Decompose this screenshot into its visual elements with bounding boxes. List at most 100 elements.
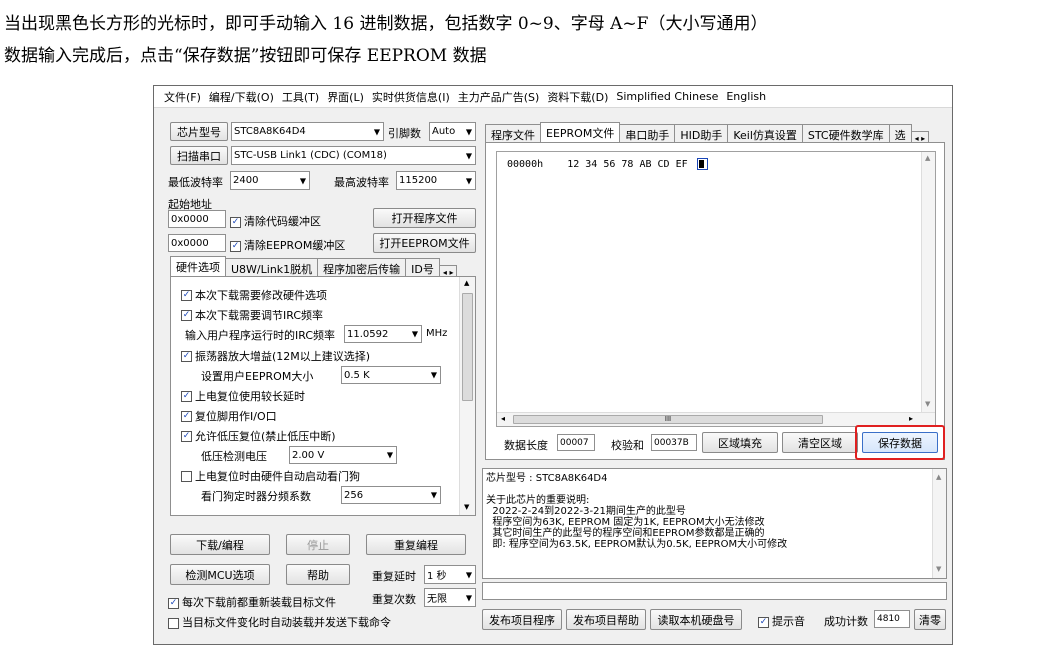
chip-info-text: 芯片型号 : STC8A8K64D4 关于此芯片的重要说明: 2022-2-24…	[486, 473, 788, 550]
hex-editor[interactable]: 00000h 12 34 56 78 AB CD EF ▲ ▼ ◂ III ▸	[496, 151, 936, 427]
min-baud-select[interactable]: 2400 ▼	[230, 171, 310, 190]
chevron-down-icon: ▼	[465, 127, 472, 136]
open-eeprom-file-button[interactable]: 打开EEPROM文件	[373, 233, 476, 253]
menu-bar: 文件(F) 编程/下载(O) 工具(T) 界面(L) 实时供货信息(I) 主力产…	[154, 86, 952, 108]
clear-eeprom-buffer-checkbox[interactable]: ✓ 清除EEPROM缓冲区	[230, 237, 345, 253]
menu-downloads[interactable]: 资料下载(D)	[547, 89, 608, 105]
clear-area-button[interactable]: 清空区域	[782, 432, 858, 453]
clear-code-buffer-checkbox[interactable]: ✓ 清除代码缓冲区	[230, 213, 321, 229]
max-baud-select[interactable]: 115200 ▼	[396, 171, 476, 190]
port-value: STC-USB Link1 (CDC) (COM18)	[234, 150, 387, 161]
option-adjust-irc[interactable]: ✓ 本次下载需要调节IRC频率	[181, 307, 323, 323]
chevron-down-icon: ▼	[430, 370, 437, 380]
checkbox-checked-icon: ✓	[181, 289, 192, 301]
detect-mcu-options-button[interactable]: 检测MCU选项	[170, 564, 270, 585]
option-oscillator-gain[interactable]: ✓ 振荡器放大增益(12M以上建议选择)	[181, 348, 370, 364]
menu-interface[interactable]: 界面(L)	[327, 89, 364, 105]
option-label: 复位脚用作I/O口	[195, 410, 277, 423]
chevron-down-icon: ▼	[299, 176, 306, 185]
code-start-address-input[interactable]: 0x0000	[168, 210, 226, 228]
auto-download-label: 当目标文件变化时自动装载并发送下载命令	[182, 616, 391, 629]
scrollbar-grip: III	[664, 415, 672, 423]
scroll-up-icon: ▲	[925, 154, 931, 162]
reload-target-label: 每次下载前都重新装载目标文件	[182, 596, 336, 609]
port-select[interactable]: STC-USB Link1 (CDC) (COM18) ▼	[231, 146, 476, 165]
pins-select[interactable]: Auto ▼	[429, 122, 476, 141]
repeat-delay-value: 1 秒	[427, 571, 447, 582]
open-program-file-button[interactable]: 打开程序文件	[373, 208, 476, 228]
pins-label: 引脚数	[388, 127, 421, 140]
max-baud-value: 115200	[399, 175, 438, 186]
highlight-box	[855, 425, 945, 460]
checkbox-checked-icon: ✓	[758, 616, 769, 628]
menu-english[interactable]: English	[726, 90, 766, 103]
option-modify-hardware[interactable]: ✓ 本次下载需要修改硬件选项	[181, 287, 327, 303]
scrollbar-thumb[interactable]: III	[513, 415, 823, 424]
scroll-down-icon: ▼	[925, 400, 931, 408]
repeat-program-button[interactable]: 重复编程	[366, 534, 466, 555]
option-label: 本次下载需要修改硬件选项	[195, 289, 327, 302]
menu-product-ads[interactable]: 主力产品广告(S)	[458, 89, 540, 105]
hex-address: 00000h	[507, 159, 544, 170]
hex-horizontal-scrollbar[interactable]: ◂ III ▸	[497, 412, 935, 426]
download-program-button[interactable]: 下载/编程	[170, 534, 270, 555]
publish-project-button[interactable]: 发布项目程序	[482, 609, 562, 630]
doc-line-1: 当出现黑色长方形的光标时，即可手动输入 16 进制数据，包括数字 0~9、字母 …	[4, 14, 768, 34]
watchdog-select[interactable]: 256 ▼	[341, 486, 441, 504]
clear-eeprom-buffer-label: 清除EEPROM缓冲区	[244, 239, 346, 252]
status-strip	[482, 582, 947, 600]
irc-unit-label: MHz	[426, 328, 448, 339]
chevron-down-icon: ▼	[373, 127, 380, 136]
low-voltage-select[interactable]: 2.00 V ▼	[289, 446, 397, 464]
menu-simplified-chinese[interactable]: Simplified Chinese	[616, 90, 718, 103]
repeat-delay-label: 重复延时	[372, 570, 416, 583]
option-label: 本次下载需要调节IRC频率	[195, 309, 324, 322]
menu-file[interactable]: 文件(F)	[164, 89, 201, 105]
hex-vertical-scrollbar[interactable]: ▲ ▼	[921, 152, 935, 412]
success-count-label: 成功计数	[824, 615, 868, 628]
option-low-voltage-reset[interactable]: ✓ 允许低压复位(禁止低压中断)	[181, 428, 336, 444]
chip-model-button[interactable]: 芯片型号	[170, 122, 228, 141]
scroll-right-icon: ▸	[909, 414, 914, 423]
options-scrollbar[interactable]: ▲ ▼	[459, 277, 475, 515]
read-disk-id-button[interactable]: 读取本机硬盘号	[650, 609, 742, 630]
low-voltage-value: 2.00 V	[292, 449, 325, 461]
publish-help-button[interactable]: 发布项目帮助	[566, 609, 646, 630]
option-long-power-reset[interactable]: ✓ 上电复位使用较长延时	[181, 388, 305, 404]
chevron-down-icon: ▼	[465, 593, 472, 602]
eeprom-start-address-input[interactable]: 0x0000	[168, 234, 226, 252]
repeat-count-select[interactable]: 无限 ▼	[424, 588, 476, 607]
scroll-up-icon: ▲	[464, 279, 470, 287]
max-baud-label: 最高波特率	[334, 176, 389, 189]
info-scrollbar[interactable]: ▲ ▼	[932, 469, 946, 578]
sound-checkbox[interactable]: ✓ 提示音	[758, 613, 805, 629]
chip-model-select[interactable]: STC8A8K64D4 ▼	[231, 122, 384, 141]
scan-port-button[interactable]: 扫描串口	[170, 146, 228, 165]
checkbox-checked-icon: ✓	[230, 240, 241, 252]
scroll-down-icon: ▼	[936, 565, 942, 573]
success-count-value: 4810	[874, 610, 910, 628]
help-button[interactable]: 帮助	[286, 564, 350, 585]
option-reset-pin-io[interactable]: ✓ 复位脚用作I/O口	[181, 408, 277, 424]
stop-button[interactable]: 停止	[286, 534, 350, 555]
reload-target-checkbox[interactable]: ✓ 每次下载前都重新装载目标文件	[168, 594, 336, 610]
auto-download-checkbox[interactable]: 当目标文件变化时自动装载并发送下载命令	[168, 614, 391, 630]
checkbox-checked-icon: ✓	[181, 390, 192, 402]
option-hardware-watchdog[interactable]: 上电复位时由硬件自动启动看门狗	[181, 468, 360, 484]
chevron-down-icon: ▼	[430, 490, 437, 500]
irc-frequency-select[interactable]: 11.0592 ▼	[344, 325, 422, 343]
fill-area-button[interactable]: 区域填充	[702, 432, 778, 453]
eeprom-size-select[interactable]: 0.5 K ▼	[341, 366, 441, 384]
repeat-count-label: 重复次数	[372, 593, 416, 606]
scroll-down-icon: ▼	[464, 503, 470, 511]
eeprom-file-panel: 00000h 12 34 56 78 AB CD EF ▲ ▼ ◂ III ▸ …	[485, 142, 945, 460]
text-cursor	[696, 158, 708, 170]
eeprom-size-row: 设置用户EEPROM大小	[201, 368, 313, 384]
clear-count-button[interactable]: 清零	[914, 609, 946, 630]
menu-program[interactable]: 编程/下载(O)	[209, 89, 274, 105]
checkbox-unchecked-icon	[168, 617, 179, 629]
scrollbar-thumb[interactable]	[462, 293, 473, 401]
menu-supply-info[interactable]: 实时供货信息(I)	[372, 89, 450, 105]
menu-tools[interactable]: 工具(T)	[282, 89, 319, 105]
repeat-delay-select[interactable]: 1 秒 ▼	[424, 565, 476, 584]
